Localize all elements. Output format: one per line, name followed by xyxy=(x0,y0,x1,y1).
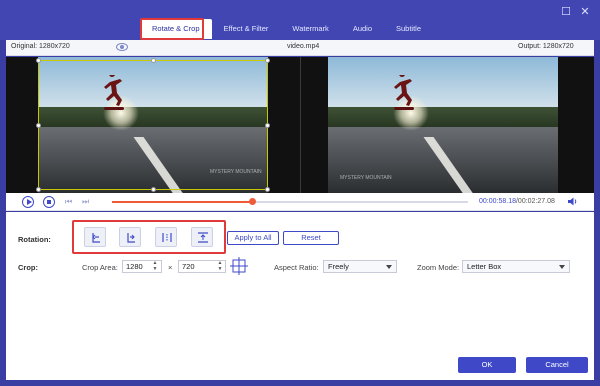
rotate-right-button[interactable] xyxy=(119,227,141,247)
output-preview: MYSTERY MOUNTAIN xyxy=(301,57,594,193)
playback-bar: ⏮ ⏭ 00:00:58.18/00:02:27.08 xyxy=(6,193,594,211)
video-header: Original: 1280x720 video.mp4 Output: 128… xyxy=(6,40,594,56)
aspect-ratio-value: Freely xyxy=(328,262,349,271)
tab-highlight-box xyxy=(140,18,204,40)
crop-handle[interactable] xyxy=(36,123,41,128)
crop-frame[interactable] xyxy=(36,58,270,192)
crop-width-stepper[interactable]: ▲ ▼ xyxy=(151,260,159,273)
zoom-mode-label: Zoom Mode: xyxy=(417,263,460,272)
crop-handle[interactable] xyxy=(36,58,41,63)
crop-handle[interactable] xyxy=(151,187,156,192)
output-resolution: Output: 1280x720 xyxy=(518,43,574,50)
stop-icon[interactable] xyxy=(43,196,55,208)
volume-icon[interactable] xyxy=(568,197,578,206)
crop-handle[interactable] xyxy=(36,187,41,192)
flip-vertical-icon xyxy=(198,232,208,243)
times-sign: × xyxy=(168,263,173,272)
video-filename: video.mp4 xyxy=(287,43,320,50)
minimize-icon[interactable]: ☐ xyxy=(559,5,573,19)
tab-audio[interactable]: Audio xyxy=(341,19,384,39)
crop-handle[interactable] xyxy=(265,58,270,63)
tab-effect-filter[interactable]: Effect & Filter xyxy=(212,19,281,39)
flip-horizontal-icon xyxy=(162,233,172,242)
crop-height-stepper[interactable]: ▲ ▼ xyxy=(216,260,224,273)
skater-figure xyxy=(394,75,414,110)
rotate-left-icon xyxy=(92,233,100,243)
apply-to-all-button[interactable]: Apply to All xyxy=(227,231,279,245)
progress-knob[interactable] xyxy=(249,198,257,205)
original-preview[interactable]: MYSTERY MOUNTAIN xyxy=(6,57,300,193)
current-time: 00:00:58.18 xyxy=(479,198,516,205)
aspect-ratio-select[interactable]: Freely xyxy=(323,260,397,273)
ok-button[interactable]: OK xyxy=(458,357,516,373)
watermark-text: MYSTERY MOUNTAIN xyxy=(340,175,392,181)
settings-panel: Rotation: Apply to All Reset Crop: Crop … xyxy=(6,212,594,380)
crop-handle[interactable] xyxy=(265,187,270,192)
crop-handle[interactable] xyxy=(265,123,270,128)
next-frame-icon[interactable]: ⏭ xyxy=(82,197,89,207)
previous-frame-icon[interactable]: ⏮ xyxy=(65,197,72,207)
progress-fill xyxy=(112,201,253,203)
flip-horizontal-button[interactable] xyxy=(155,227,177,247)
title-bar: ☐ ✕ Rotate & Crop Effect & Filter Waterm… xyxy=(0,0,600,40)
zoom-mode-select[interactable]: Letter Box xyxy=(462,260,570,273)
time-display: 00:00:58.18/00:02:27.08 xyxy=(479,198,555,205)
crop-handle[interactable] xyxy=(151,58,156,63)
center-crop-icon[interactable] xyxy=(230,257,248,275)
total-time: /00:02:27.08 xyxy=(515,198,555,205)
progress-track[interactable] xyxy=(112,198,468,205)
chevron-down-icon xyxy=(386,265,392,269)
eye-icon[interactable] xyxy=(116,43,128,51)
zoom-mode-value: Letter Box xyxy=(467,262,502,271)
reset-button[interactable]: Reset xyxy=(283,231,339,245)
video-preview-area: MYSTERY MOUNTAIN MYSTERY MOUNTAIN xyxy=(6,57,594,193)
crop-label: Crop: xyxy=(18,263,38,272)
flip-vertical-button[interactable] xyxy=(191,227,213,247)
aspect-ratio-label: Aspect Ratio: xyxy=(274,263,319,272)
cancel-button[interactable]: Cancel xyxy=(526,357,588,373)
rotation-label: Rotation: xyxy=(18,235,51,244)
tab-subtitle[interactable]: Subtitle xyxy=(384,19,433,39)
tab-watermark[interactable]: Watermark xyxy=(280,19,340,39)
rotate-right-icon xyxy=(127,233,135,243)
close-icon[interactable]: ✕ xyxy=(578,5,592,19)
output-video-frame: MYSTERY MOUNTAIN xyxy=(328,57,558,193)
chevron-down-icon xyxy=(559,265,565,269)
original-resolution: Original: 1280x720 xyxy=(11,43,70,50)
play-icon[interactable] xyxy=(22,196,34,208)
rotate-left-button[interactable] xyxy=(84,227,106,247)
crop-area-label: Crop Area: xyxy=(82,263,118,272)
